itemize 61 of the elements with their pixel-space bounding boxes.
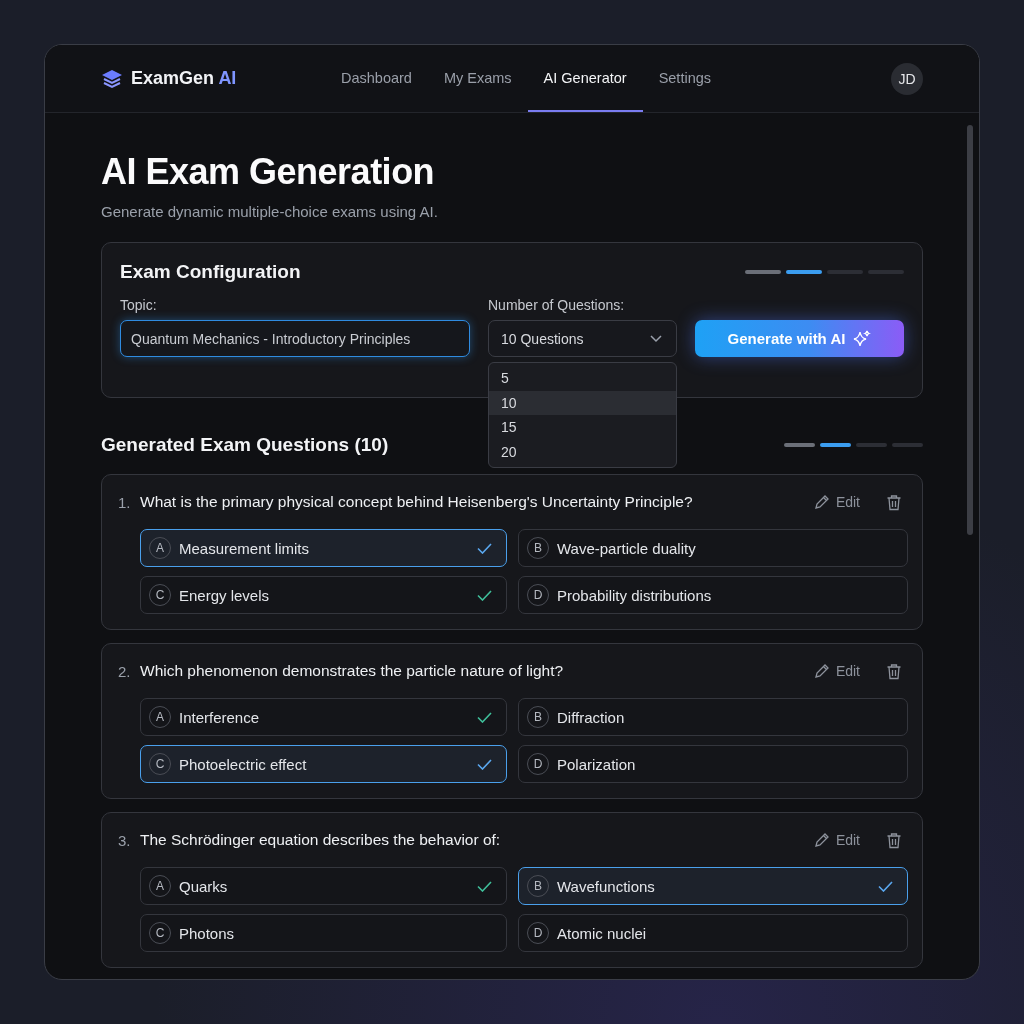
option-text: Quarks — [179, 877, 229, 895]
answer-option[interactable]: D Probability distributions — [518, 576, 908, 614]
dropdown-option[interactable]: 10 — [489, 390, 676, 415]
chevron-down-icon — [650, 334, 662, 343]
answer-option[interactable]: B Diffraction — [518, 698, 908, 736]
app-logo-text: ExamGen AI — [131, 68, 237, 89]
question-number: 3. — [118, 831, 132, 849]
scrollbar[interactable] — [967, 125, 973, 535]
option-text: Probability distributions — [557, 586, 713, 604]
question-number: 1. — [118, 493, 132, 511]
topic-input[interactable]: Quantum Mechanics - Introductory Principles — [120, 320, 470, 357]
dropdown-option[interactable]: 20 — [489, 439, 676, 464]
trash-icon — [886, 662, 902, 680]
page-title: AI Exam Generation — [101, 151, 436, 193]
answer-option[interactable]: A Measurement limits — [140, 529, 507, 567]
question-text: Which phenomenon demonstrates the particle nature of light? — [140, 662, 565, 680]
answer-option[interactable]: C Energy levels — [140, 576, 507, 614]
nav-tab[interactable]: Settings — [642, 45, 728, 112]
user-avatar[interactable]: JD — [891, 62, 923, 95]
edit-button[interactable]: Edit — [809, 494, 864, 510]
option-text: Wave-particle duality — [557, 539, 697, 557]
option-text: Photoelectric effect — [179, 755, 308, 773]
option-text: Diffraction — [557, 708, 626, 726]
section-title: Generated Exam Questions (10) — [101, 434, 389, 456]
pencil-icon — [813, 663, 830, 679]
question-text: The Schrödinger equation describes the behavior of: — [140, 831, 502, 849]
field-label: Number of Questions: — [488, 297, 626, 313]
dropdown-option[interactable]: 5 — [489, 366, 676, 391]
nav-tab[interactable]: AI Generator — [527, 45, 643, 112]
pencil-icon — [813, 832, 830, 848]
option-text: Atomic nuclei — [557, 924, 648, 942]
question-number: 2. — [118, 662, 132, 680]
option-text: Wavefunctions — [557, 877, 656, 895]
dropdown-option[interactable]: 15 — [489, 415, 676, 440]
option-text: Measurement limits — [179, 539, 311, 557]
edit-button[interactable]: Edit — [809, 832, 864, 848]
answer-option[interactable]: D Polarization — [518, 745, 908, 783]
option-text: Interference — [179, 708, 261, 726]
option-text: Polarization — [557, 755, 637, 773]
answer-option[interactable]: D Atomic nuclei — [518, 914, 908, 952]
option-text: Photons — [179, 924, 236, 942]
edit-button[interactable]: Edit — [809, 663, 864, 679]
answer-option[interactable]: B Wave-particle duality — [518, 529, 908, 567]
stacked-layers-icon — [101, 68, 123, 89]
trash-icon — [886, 493, 902, 511]
answer-option[interactable]: C Photoelectric effect — [140, 745, 507, 783]
question-text: What is the primary physical concept behind Heisenberg's Uncertainty Principle? — [140, 493, 694, 511]
answer-option[interactable]: B Wavefunctions — [518, 867, 908, 905]
field-label: Topic: — [120, 297, 158, 313]
nav-tab[interactable]: Dashboard — [325, 45, 428, 112]
page-subtitle: Generate dynamic multiple-choice exams using AI. — [101, 203, 439, 220]
sparkle-icon — [853, 329, 872, 348]
config-title: Exam Configuration — [120, 261, 301, 283]
option-text: Energy levels — [179, 586, 271, 604]
answer-option[interactable]: A Quarks — [140, 867, 507, 905]
answer-option[interactable]: A Interference — [140, 698, 507, 736]
answer-option[interactable]: C Photons — [140, 914, 507, 952]
pencil-icon — [813, 494, 830, 510]
trash-icon — [886, 831, 902, 849]
nav-tab[interactable]: My Exams — [427, 45, 528, 112]
question-count-select[interactable]: 10 Questions — [488, 320, 677, 357]
